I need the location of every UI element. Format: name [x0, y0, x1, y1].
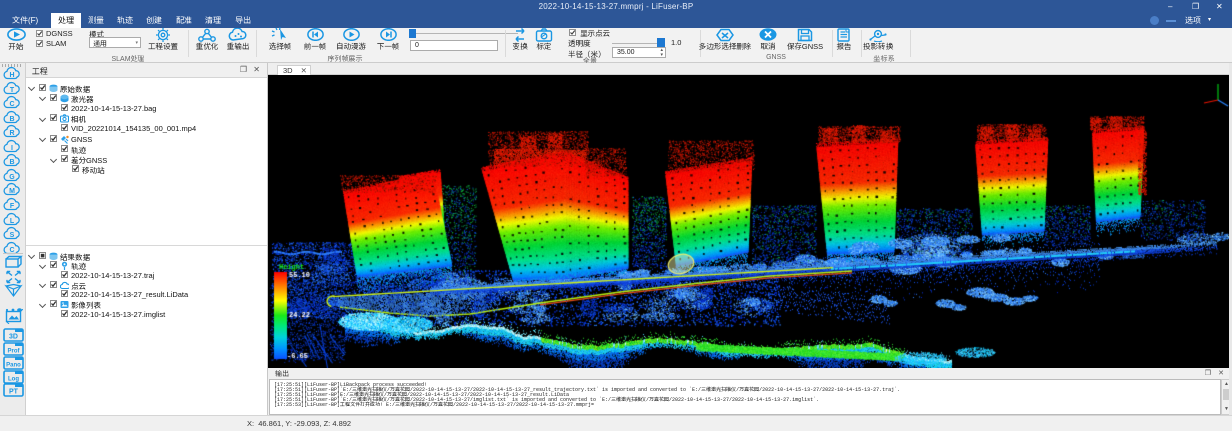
svg-text:Log: Log — [8, 376, 19, 382]
svg-text:H: H — [9, 72, 14, 79]
svg-text:B: B — [9, 159, 14, 166]
svg-text:L: L — [10, 218, 15, 225]
svg-text:R: R — [9, 130, 14, 137]
svg-text:Prof: Prof — [7, 348, 20, 354]
svg-text:M: M — [9, 188, 15, 195]
svg-text:S: S — [10, 232, 15, 239]
svg-text:3D: 3D — [9, 333, 18, 340]
svg-text:B: B — [9, 116, 14, 123]
svg-text:C: C — [9, 101, 14, 108]
svg-text:I: I — [11, 145, 13, 152]
svg-text:PT: PT — [9, 389, 19, 396]
svg-text:T: T — [10, 87, 15, 94]
svg-text:Pano: Pano — [6, 362, 21, 368]
svg-text:G: G — [9, 174, 15, 181]
svg-text:F: F — [10, 203, 15, 210]
